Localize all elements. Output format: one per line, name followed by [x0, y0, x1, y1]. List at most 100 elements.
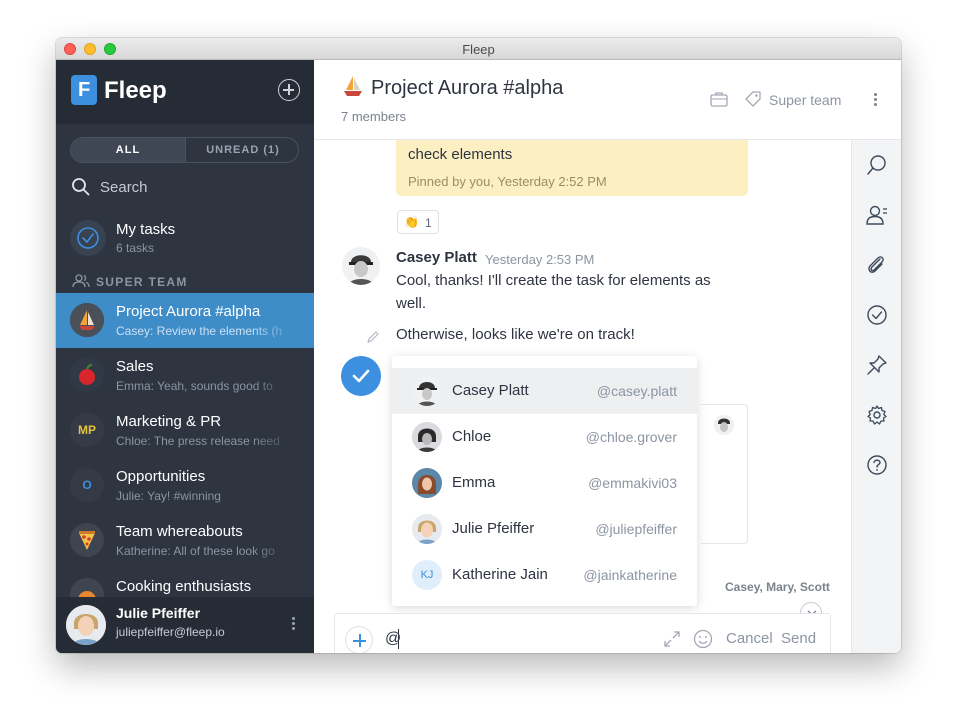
right-toolbar: [851, 140, 901, 653]
logo-letter: F: [78, 79, 91, 101]
message-sender[interactable]: Casey Platt: [396, 249, 477, 266]
marketing-avatar: MP: [70, 413, 104, 447]
sidebar-search[interactable]: Search: [70, 175, 299, 199]
mention-name: Katherine Jain: [452, 566, 548, 583]
section-header-super-team: SUPER TEAM: [72, 274, 188, 289]
mention-option-emma[interactable]: Emma @emmakivi03: [392, 460, 697, 506]
sailboat-icon: [70, 303, 104, 337]
conversation-project-aurora[interactable]: Project Aurora #alpha Casey: Review the …: [56, 293, 314, 348]
conversation-team-whereabouts[interactable]: Team whereabouts Katherine: All of these…: [56, 513, 314, 568]
mention-name: Emma: [452, 474, 496, 491]
avatar: [412, 376, 442, 406]
mention-handle: @emmakivi03: [588, 475, 677, 491]
mention-name: Casey Platt: [452, 382, 529, 399]
current-user-email: juliepfeiffer@fleep.io: [116, 625, 225, 639]
mention-option-casey[interactable]: Casey Platt @casey.platt: [392, 368, 697, 414]
conversation-name: Team whereabouts: [116, 523, 243, 540]
tag-icon[interactable]: [744, 90, 762, 108]
search-icon[interactable]: [866, 154, 888, 176]
avatar: [412, 422, 442, 452]
page-title: Project Aurora #alpha: [371, 77, 564, 99]
cancel-button[interactable]: Cancel: [726, 630, 773, 647]
attach-button[interactable]: [345, 626, 373, 653]
my-tasks-count: 6 tasks: [116, 241, 155, 255]
app-window: Fleep F Fleep ALL UNREAD (1) Search My t…: [56, 38, 901, 653]
my-tasks-item[interactable]: My tasks 6 tasks: [70, 220, 310, 260]
conversation-sales[interactable]: Sales Emma: Yeah, sounds good to: [56, 348, 314, 403]
edit-pencil-icon[interactable]: [366, 330, 380, 344]
pinned-text: check elements: [408, 146, 513, 163]
pinned-message[interactable]: check elements Pinned by you, Yesterday …: [396, 140, 748, 196]
mention-autocomplete: Casey Platt @casey.platt Chloe @chloe.gr…: [392, 356, 697, 606]
conversation-name: Project Aurora #alpha: [116, 303, 261, 320]
conversation-preview: Emma: Yeah, sounds good to: [116, 379, 273, 393]
conversation-name: Cooking enthusiasts: [116, 578, 252, 595]
team-icon: [72, 274, 90, 288]
conversation-cooking-enthusiasts[interactable]: Cooking enthusiasts: [56, 568, 314, 597]
conversation-filter: ALL UNREAD (1): [70, 137, 299, 163]
conversation-menu-icon[interactable]: [874, 93, 878, 109]
cooking-icon: [70, 578, 104, 597]
conversation-preview: Katherine: All of these look go: [116, 544, 275, 558]
title-bar: Fleep: [56, 38, 901, 60]
message-time: Yesterday 2:53 PM: [485, 252, 595, 267]
members-icon[interactable]: [866, 204, 888, 226]
new-conversation-button[interactable]: [278, 79, 300, 101]
tasks-icon: [70, 220, 106, 256]
paperclip-icon[interactable]: [866, 254, 888, 276]
mention-option-chloe[interactable]: Chloe @chloe.grover: [392, 414, 697, 460]
team-label[interactable]: Super team: [769, 92, 841, 108]
avatar: KJ: [412, 560, 442, 590]
conversation-opportunities[interactable]: O Opportunities Julie: Yay! #winning: [56, 458, 314, 513]
mention-handle: @jainkatherine: [583, 567, 677, 583]
pizza-icon: [70, 523, 104, 557]
opportunities-avatar: O: [70, 468, 104, 502]
message-text: Cool, thanks! I'll create the task for e…: [396, 272, 711, 312]
members-count[interactable]: 7 members: [341, 109, 406, 124]
sidebar: F Fleep ALL UNREAD (1) Search My tasks 6…: [56, 60, 314, 653]
gear-icon[interactable]: [866, 404, 888, 426]
my-tasks-title: My tasks: [116, 221, 176, 238]
search-label: Search: [100, 179, 148, 196]
message-composer: Cancel Send: [334, 613, 831, 653]
emoji-icon[interactable]: [693, 629, 713, 649]
search-icon: [72, 178, 90, 196]
mention-handle: @juliepfeiffer: [595, 521, 677, 537]
section-label: SUPER TEAM: [96, 275, 188, 289]
conversation-preview: Casey: Review the elements (h: [116, 324, 283, 338]
pinned-meta: Pinned by you, Yesterday 2:52 PM: [408, 174, 607, 189]
task-card[interactable]: [701, 404, 748, 544]
mention-option-katherine[interactable]: KJ Katherine Jain @jainkatherine: [392, 552, 697, 598]
pin-icon[interactable]: [866, 354, 888, 376]
expand-icon[interactable]: [663, 630, 681, 648]
text-cursor: [398, 629, 399, 649]
message-text: Otherwise, looks like we're on track!: [396, 326, 635, 343]
mention-name: Chloe: [452, 428, 492, 445]
avatar: [412, 468, 442, 498]
conversation-name: Marketing & PR: [116, 413, 222, 430]
current-user-name: Julie Pfeiffer: [116, 605, 201, 621]
task-check-icon[interactable]: [341, 356, 381, 396]
mention-handle: @chloe.grover: [585, 429, 677, 445]
send-button[interactable]: Send: [781, 630, 816, 647]
window-title: Fleep: [462, 42, 495, 57]
mention-option-julie[interactable]: Julie Pfeiffer @juliepfeiffer: [392, 506, 697, 552]
mention-handle: @casey.platt: [596, 383, 677, 399]
conversation-marketing-pr[interactable]: MP Marketing & PR Chloe: The press relea…: [56, 403, 314, 458]
filter-unread-tab[interactable]: UNREAD (1): [185, 138, 298, 162]
reaction-badge[interactable]: 👏 1: [397, 210, 439, 234]
avatar: [342, 247, 380, 285]
avatar-initials: MP: [78, 423, 96, 437]
message-input[interactable]: [385, 628, 645, 650]
user-menu-icon[interactable]: [292, 617, 296, 633]
checkmark-icon[interactable]: [866, 304, 888, 326]
briefcase-icon[interactable]: [710, 91, 728, 107]
current-user[interactable]: Julie Pfeiffer juliepfeiffer@fleep.io: [56, 597, 314, 653]
conversation-header: Project Aurora #alpha 7 members Super te…: [314, 60, 901, 140]
avatar: [66, 605, 106, 645]
avatar: [714, 415, 734, 435]
filter-all-tab[interactable]: ALL: [71, 138, 185, 162]
help-icon[interactable]: [866, 454, 888, 476]
app-logo-text: Fleep: [104, 77, 167, 104]
avatar: [412, 514, 442, 544]
